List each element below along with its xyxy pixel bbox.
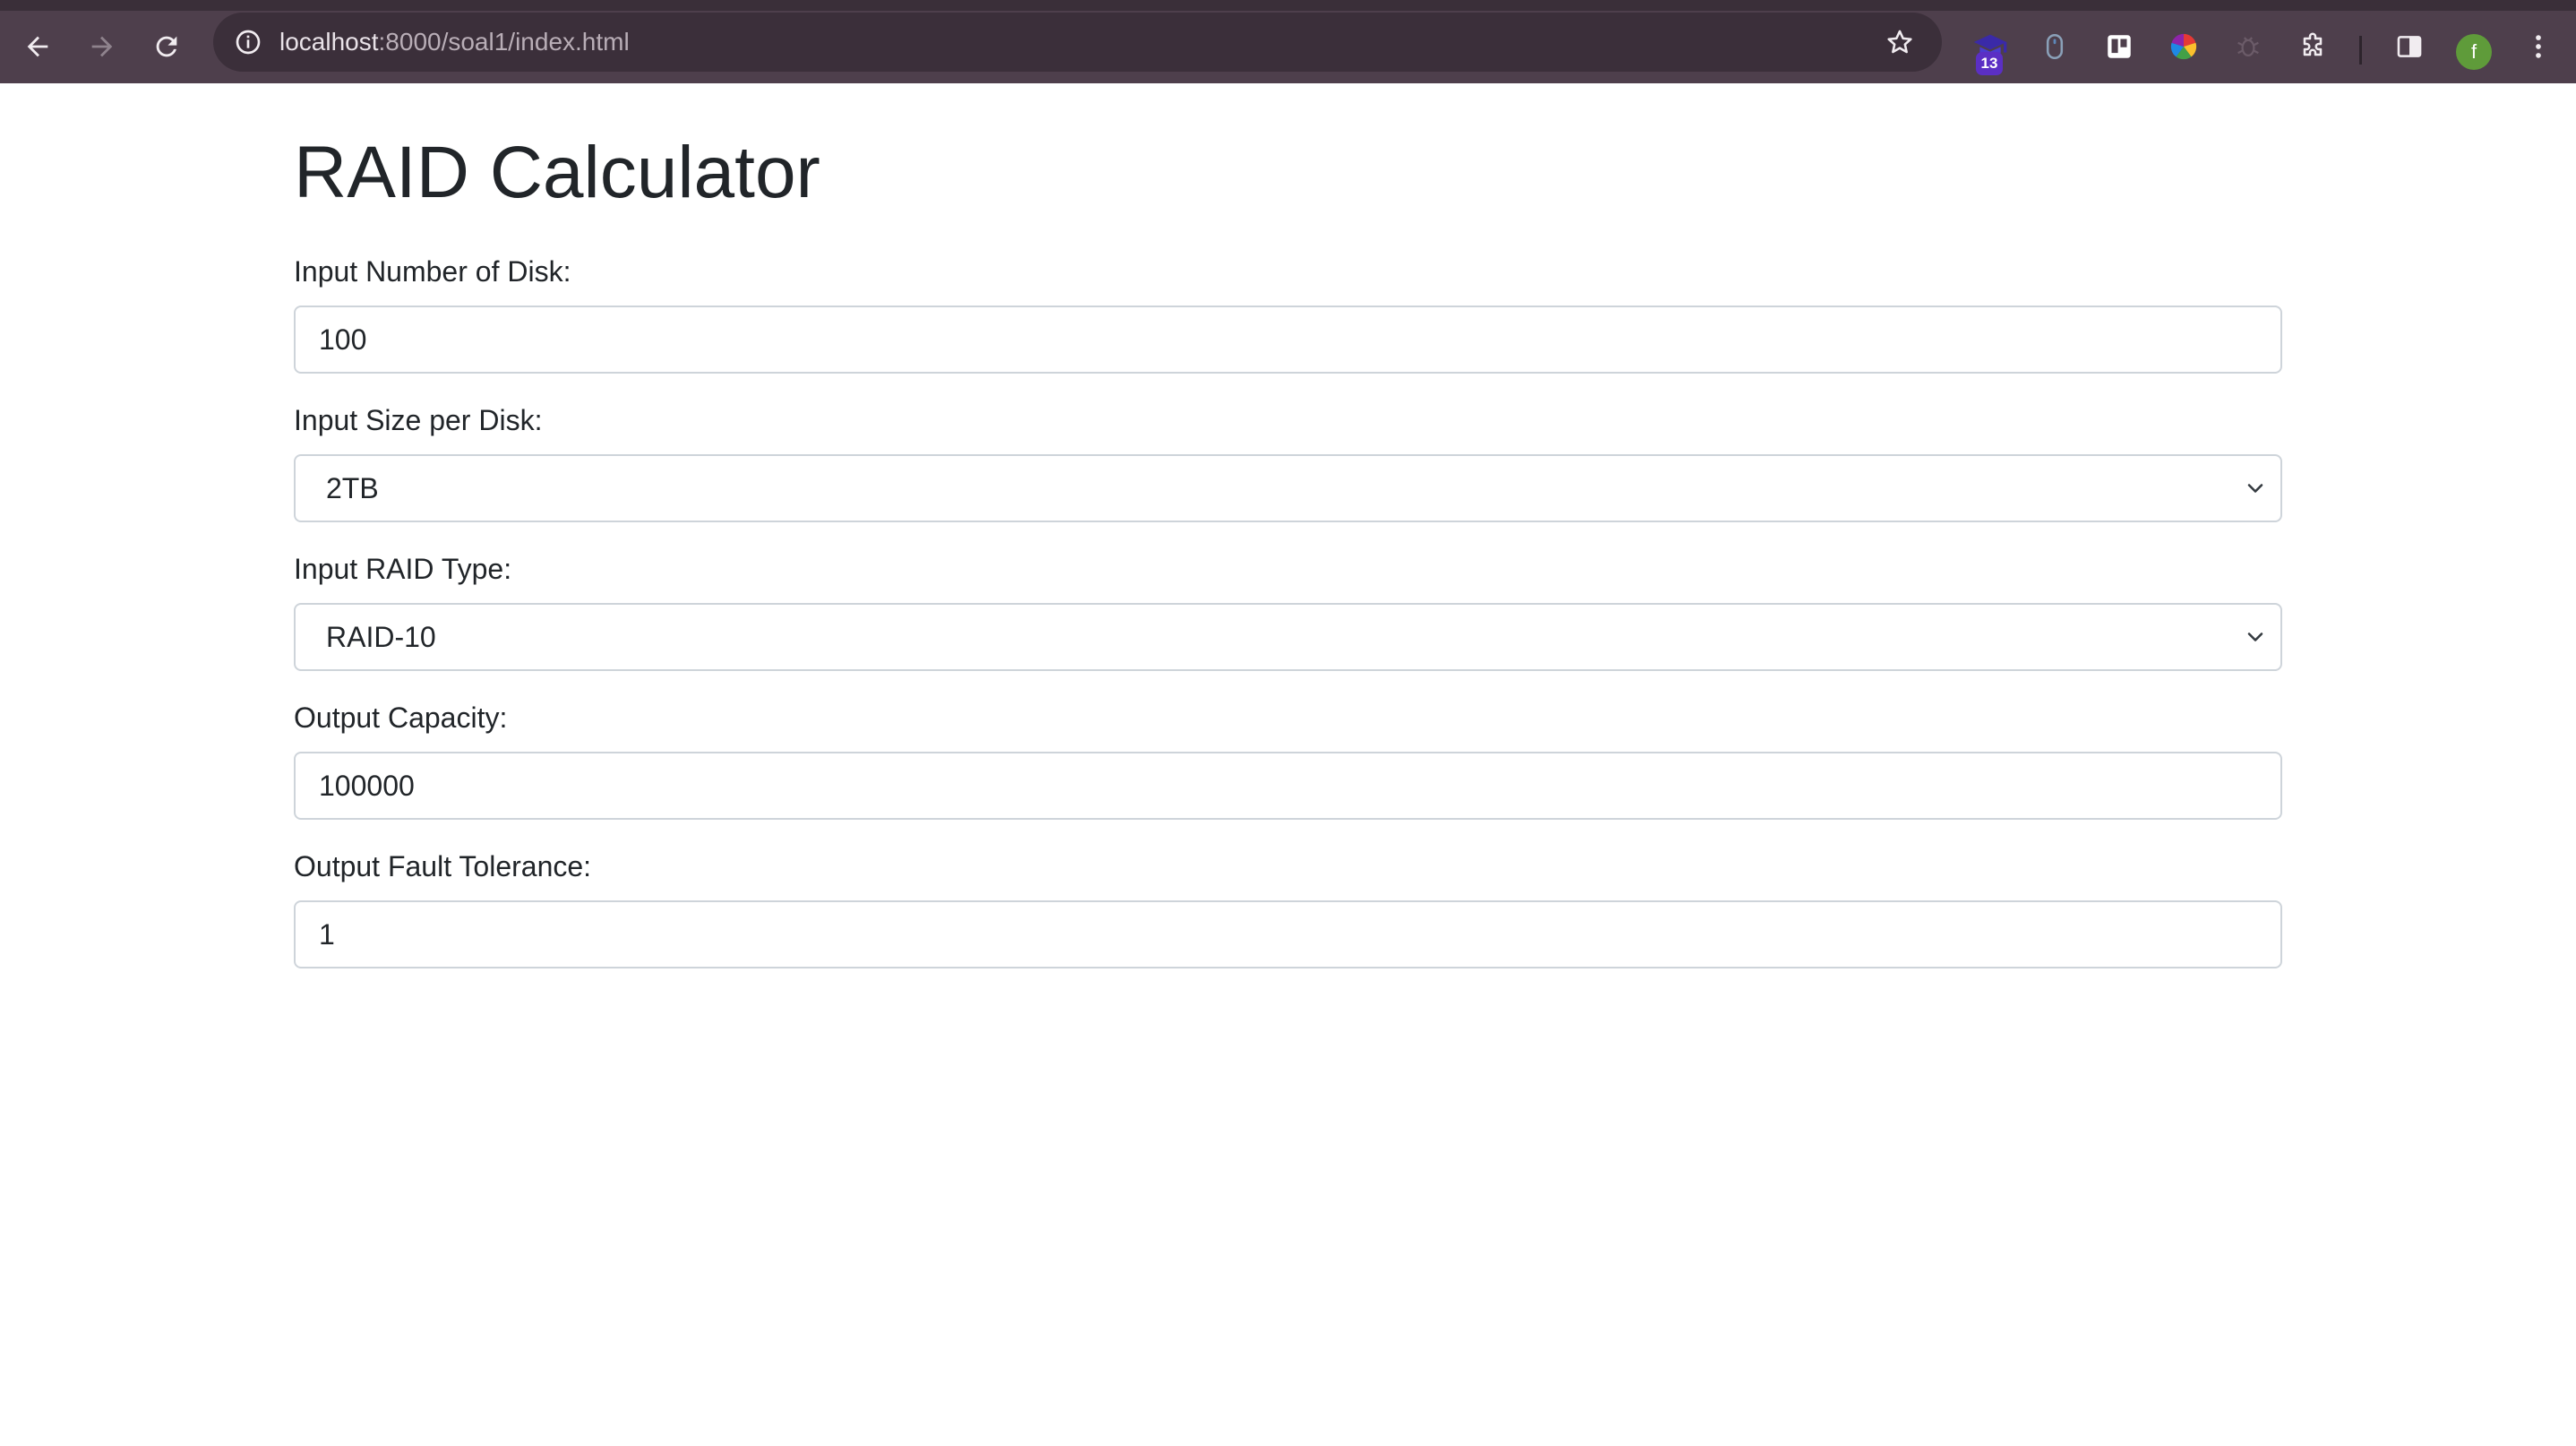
address-bar[interactable]: localhost:8000/soal1/index.html [213,13,1942,72]
fault-tolerance-group: Output Fault Tolerance: 1 [294,848,2282,968]
url-host: localhost [279,28,379,56]
disk-size-group: Input Size per Disk: 2TB [294,402,2282,522]
toolbar-separator [2359,36,2362,65]
side-panel-icon[interactable] [2386,23,2433,70]
url-text: localhost:8000/soal1/index.html [279,25,630,59]
fault-tolerance-output[interactable]: 1 [294,900,2282,968]
bug-extension-icon[interactable] [2225,23,2271,70]
raid-type-value: RAID-10 [326,621,436,653]
raid-type-label: Input RAID Type: [294,553,512,585]
chevron-down-icon [2247,633,2263,641]
disk-count-input[interactable]: 100 [294,306,2282,374]
site-info-icon[interactable] [228,22,269,63]
page-title: RAID Calculator [294,132,820,213]
raid-type-select[interactable]: RAID-10 [294,603,2282,671]
mouse-extension-icon[interactable] [2031,23,2078,70]
browser-toolbar: localhost:8000/soal1/index.html 13 f [0,0,2576,83]
extensions-puzzle-icon[interactable] [2289,23,2336,70]
back-arrow-icon[interactable] [14,23,61,70]
trello-extension-icon[interactable] [2096,23,2142,70]
url-path: :8000/soal1/index.html [378,28,630,56]
disk-size-label: Input Size per Disk: [294,404,543,436]
capacity-label: Output Capacity: [294,701,508,734]
disk-count-group: Input Number of Disk: 100 [294,254,2282,374]
profile-avatar[interactable]: f [2456,34,2492,70]
capacity-output[interactable]: 100000 [294,752,2282,820]
disk-count-label: Input Number of Disk: [294,255,571,288]
color-wheel-extension-icon[interactable] [2160,23,2207,70]
reload-icon[interactable] [143,23,190,70]
fault-tolerance-label: Output Fault Tolerance: [294,850,592,882]
capacity-group: Output Capacity: 100000 [294,700,2282,820]
raid-type-group: Input RAID Type: RAID-10 [294,551,2282,671]
disk-size-value: 2TB [326,472,379,504]
more-vert-icon[interactable] [2515,23,2562,70]
forward-arrow-icon[interactable] [79,23,125,70]
bookmark-star-icon[interactable] [1881,23,1919,61]
chevron-down-icon [2247,484,2263,493]
disk-size-select[interactable]: 2TB [294,454,2282,522]
extension-badge: 13 [1976,52,2003,75]
